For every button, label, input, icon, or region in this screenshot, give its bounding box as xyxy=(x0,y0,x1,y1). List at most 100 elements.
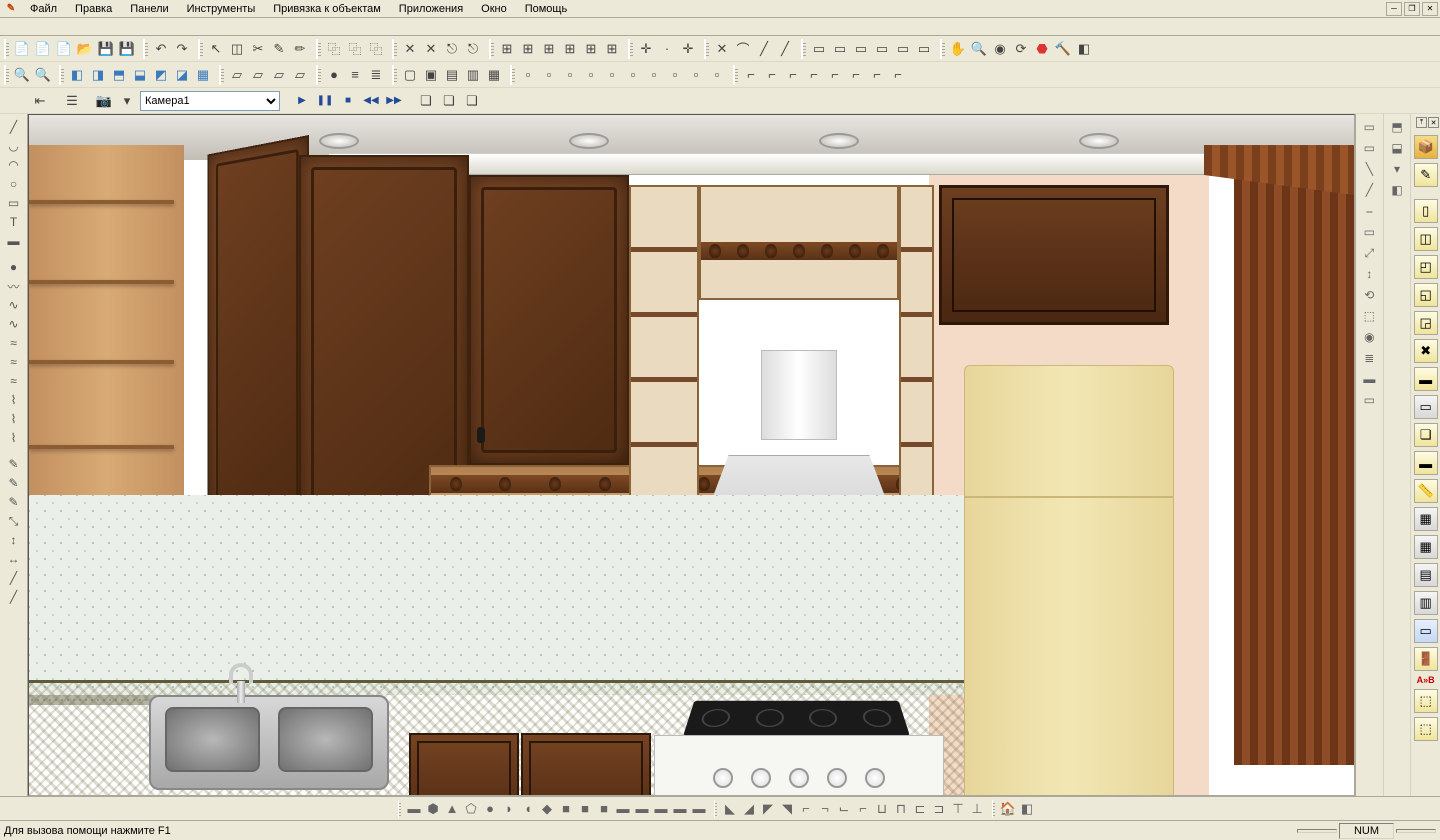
orbit-icon[interactable]: ◉ xyxy=(990,39,1010,59)
sm-1-icon[interactable]: ▫ xyxy=(518,65,538,85)
close-button[interactable]: ✕ xyxy=(1422,2,1438,16)
render-2-icon[interactable]: ≡ xyxy=(345,65,365,85)
measure-icon[interactable]: ✎ xyxy=(269,39,289,59)
lib-grid-2-icon[interactable]: ▦ xyxy=(1414,535,1438,559)
save-all-icon[interactable]: 💾 xyxy=(117,39,137,59)
sm-8-icon[interactable]: ▫ xyxy=(665,65,685,85)
dim-x-icon[interactable]: ✕ xyxy=(712,39,732,59)
snap-plus-icon[interactable]: ✛ xyxy=(636,39,656,59)
shape-l4-icon[interactable]: ◥ xyxy=(778,800,796,818)
lib-cube-icon[interactable]: ❏ xyxy=(1414,423,1438,447)
zoom-in-icon[interactable]: 🔍 xyxy=(12,65,32,85)
ra-7-icon[interactable]: ⤢ xyxy=(1359,243,1379,263)
rb-4-icon[interactable]: ◧ xyxy=(1387,180,1407,200)
shape-sq-icon[interactable]: ■ xyxy=(557,800,575,818)
lib-panel-5-icon[interactable]: ◲ xyxy=(1414,311,1438,335)
shape-t-icon[interactable]: ⊤ xyxy=(949,800,967,818)
material-icon[interactable]: ◧ xyxy=(1074,39,1094,59)
lib-grid-3-icon[interactable]: ▤ xyxy=(1414,563,1438,587)
shape-sq5-icon[interactable]: ▬ xyxy=(633,800,651,818)
shape-hex-icon[interactable]: ⬢ xyxy=(424,800,442,818)
paste-icon[interactable]: ⿻ xyxy=(345,39,365,59)
mode-2-icon[interactable]: ▱ xyxy=(248,65,268,85)
zoom-lens-icon[interactable]: 🔍 xyxy=(969,39,989,59)
view-cube-5-icon[interactable]: ◩ xyxy=(151,65,171,85)
lib-shelf-icon[interactable]: ▬ xyxy=(1414,367,1438,391)
trim-icon[interactable]: ⎋ xyxy=(442,39,462,59)
shape-cnr-1-icon[interactable]: ⌐ xyxy=(797,800,815,818)
stop2-icon[interactable]: ■ xyxy=(338,92,358,110)
extend-icon[interactable]: ⎋ xyxy=(463,39,483,59)
text-icon[interactable]: T xyxy=(4,213,24,231)
lib-panel-2-icon[interactable]: ◫ xyxy=(1414,227,1438,251)
arc-icon[interactable]: ◡ xyxy=(4,137,24,155)
save-icon[interactable]: 💾 xyxy=(96,39,116,59)
shape-n-icon[interactable]: ⊓ xyxy=(892,800,910,818)
sm-9-icon[interactable]: ▫ xyxy=(686,65,706,85)
new-file-icon[interactable]: 📄 xyxy=(12,39,32,59)
lib-panel-1-icon[interactable]: ▯ xyxy=(1414,199,1438,223)
menu-edit[interactable]: Правка xyxy=(67,1,120,17)
shape-penta-icon[interactable]: ⬠ xyxy=(462,800,480,818)
align-5-icon[interactable]: ⊞ xyxy=(581,39,601,59)
shape-l2-icon[interactable]: ◢ xyxy=(740,800,758,818)
ra-13-icon[interactable]: ▬ xyxy=(1359,369,1379,389)
mode-3-icon[interactable]: ▱ xyxy=(269,65,289,85)
menu-snap[interactable]: Привязка к объектам xyxy=(265,1,389,17)
layers-icon[interactable]: ▭ xyxy=(914,39,934,59)
render-1-icon[interactable]: ● xyxy=(324,65,344,85)
sm-4-icon[interactable]: ▫ xyxy=(581,65,601,85)
profile-3-icon[interactable]: ⌐ xyxy=(783,65,803,85)
pan-hand-icon[interactable]: ✋ xyxy=(948,39,968,59)
align-3-icon[interactable]: ⊞ xyxy=(539,39,559,59)
new-doc-icon[interactable]: 📄 xyxy=(33,39,53,59)
shape-c-icon[interactable]: ⊏ xyxy=(911,800,929,818)
profile-5-icon[interactable]: ⌐ xyxy=(825,65,845,85)
lasso-icon[interactable]: ◫ xyxy=(227,39,247,59)
copy-icon[interactable]: ⿻ xyxy=(324,39,344,59)
shape-l1-icon[interactable]: ◣ xyxy=(721,800,739,818)
lib-edit-icon[interactable]: ✎ xyxy=(1414,163,1438,187)
lib-extra-2-icon[interactable]: ⬚ xyxy=(1414,717,1438,741)
view-cube-3-icon[interactable]: ⬒ xyxy=(109,65,129,85)
edit-4-icon[interactable]: ⤡ xyxy=(4,512,24,530)
redo-icon[interactable]: ↷ xyxy=(172,39,192,59)
lib-board-icon[interactable]: ▬ xyxy=(1414,451,1438,475)
shape-house-icon[interactable]: 🏠 xyxy=(999,800,1017,818)
sm-3-icon[interactable]: ▫ xyxy=(560,65,580,85)
obj-4-icon[interactable]: ▥ xyxy=(463,65,483,85)
ra-6-icon[interactable]: ▭ xyxy=(1359,222,1379,242)
view-tree-icon[interactable]: ☰ xyxy=(62,91,82,111)
ra-3-icon[interactable]: ╲ xyxy=(1359,159,1379,179)
dbl-poly-3-icon[interactable]: ≈ xyxy=(4,372,24,390)
ra-12-icon[interactable]: ≣ xyxy=(1359,348,1379,368)
mode-1-icon[interactable]: ▱ xyxy=(227,65,247,85)
obj-3-icon[interactable]: ▤ xyxy=(442,65,462,85)
menu-panels[interactable]: Панели xyxy=(122,1,176,17)
obj-5-icon[interactable]: ▦ xyxy=(484,65,504,85)
dim-line2-icon[interactable]: ╱ xyxy=(775,39,795,59)
profile-1-icon[interactable]: ⌐ xyxy=(741,65,761,85)
sm-5-icon[interactable]: ▫ xyxy=(602,65,622,85)
front-icon[interactable]: ▭ xyxy=(851,39,871,59)
shape-cnr-2-icon[interactable]: ¬ xyxy=(816,800,834,818)
view-cube-7-icon[interactable]: ▦ xyxy=(193,65,213,85)
duplicate-icon[interactable]: ⿻ xyxy=(366,39,386,59)
ra-9-icon[interactable]: ⟲ xyxy=(1359,285,1379,305)
sm-10-icon[interactable]: ▫ xyxy=(707,65,727,85)
pencil-icon[interactable]: ✏ xyxy=(290,39,310,59)
ra-4-icon[interactable]: ╱ xyxy=(1359,180,1379,200)
shape-sq2-icon[interactable]: ■ xyxy=(576,800,594,818)
layer-icon[interactable]: ▭ xyxy=(893,39,913,59)
camera-select[interactable]: Камера1 xyxy=(140,91,280,111)
shape-c2-icon[interactable]: ⊐ xyxy=(930,800,948,818)
profile-4-icon[interactable]: ⌐ xyxy=(804,65,824,85)
pointer-icon[interactable]: ↖ xyxy=(206,39,226,59)
rb-3-icon[interactable]: ▾ xyxy=(1387,159,1407,179)
minimize-button[interactable]: ─ xyxy=(1386,2,1402,16)
path-2-icon[interactable]: ⌇ xyxy=(4,410,24,428)
profile-8-icon[interactable]: ⌐ xyxy=(888,65,908,85)
mode-4-icon[interactable]: ▱ xyxy=(290,65,310,85)
lib-blue-1-icon[interactable]: ▭ xyxy=(1414,619,1438,643)
undo-icon[interactable]: ↶ xyxy=(151,39,171,59)
